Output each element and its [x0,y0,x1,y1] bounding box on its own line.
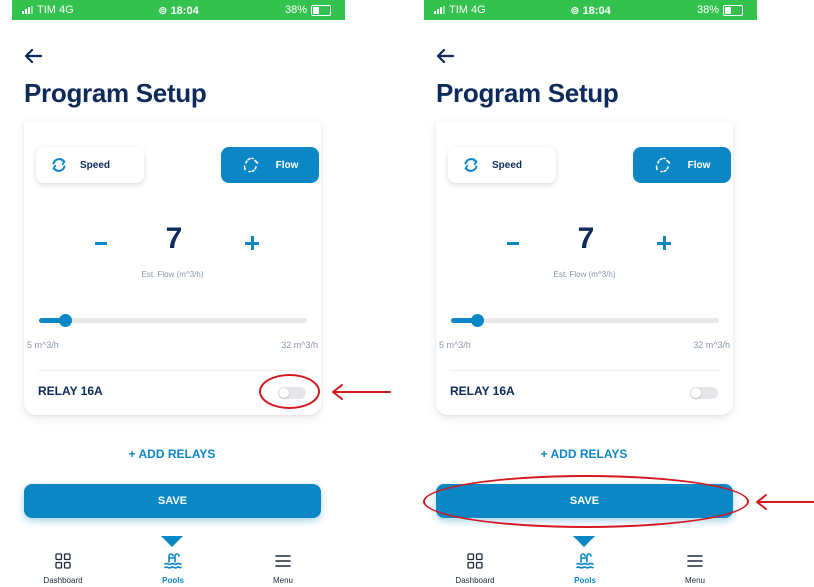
hamburger-icon [687,555,703,567]
add-relays-button[interactable]: + ADD RELAYS [12,447,332,461]
flow-value: 7 [165,222,183,255]
page-title: Program Setup [24,78,207,108]
toggle-highlight-ellipse [259,374,320,409]
flow-icon [243,157,258,173]
speed-mode-button[interactable]: Speed [36,147,144,183]
add-relays-button[interactable]: + ADD RELAYS [424,447,744,461]
slider-max-label: 32 m^3/h [693,340,730,350]
tab-dashboard[interactable]: Dashboard [23,553,103,585]
clock-text: 18:04 [582,4,611,17]
flow-mode-button[interactable]: Flow [221,147,319,183]
back-arrow-icon[interactable] [436,48,454,64]
flow-value: 7 [577,222,595,255]
pool-icon [164,553,182,569]
arrow-left-icon [756,494,814,510]
status-bar: TIM 4G ⊚ 18:04 38% [12,0,345,20]
decrement-button[interactable] [507,242,519,245]
relay-label: RELAY 16A [450,384,515,398]
slider-min-label: 5 m^3/h [27,340,59,350]
slider-min-label: 5 m^3/h [439,340,471,350]
tab-menu-label: Menu [684,576,705,585]
tab-pools[interactable]: Pools [545,553,625,585]
program-card: Speed Flow 7 Est. Flow (m^3/h) 5 m^3/h 3… [24,122,321,415]
grid-icon [467,553,483,569]
flow-mode-label: Flow [275,159,299,171]
divider [38,370,307,371]
grid-icon [55,553,71,569]
increment-button[interactable] [657,236,671,250]
clock-text: 18:04 [170,4,199,17]
save-highlight-ellipse [423,475,749,528]
relay-toggle[interactable] [690,387,718,399]
slider-max-label: 32 m^3/h [281,340,318,350]
hamburger-icon [275,555,291,567]
tab-pools[interactable]: Pools [133,553,213,585]
speed-mode-label: Speed [80,159,111,171]
flow-mode-button[interactable]: Flow [633,147,731,183]
hotspot-icon: ⊚ [158,4,171,17]
slider-thumb[interactable] [59,314,73,327]
battery-icon [311,4,331,16]
toggle-knob [691,388,701,398]
speed-icon [52,158,66,172]
flow-slider[interactable] [451,314,719,327]
status-bar: TIM 4G ⊚ 18:04 38% [424,0,757,20]
speed-mode-label: Speed [492,159,523,171]
page-title: Program Setup [436,78,619,108]
flow-slider[interactable] [39,314,307,327]
active-tab-pointer [573,536,595,547]
speed-mode-button[interactable]: Speed [448,147,556,183]
arrow-left-icon [332,384,391,400]
slider-thumb[interactable] [471,314,485,327]
divider [450,370,719,371]
tab-dashboard-label: Dashboard [43,576,83,585]
tab-menu[interactable]: Menu [655,553,735,585]
flow-mode-label: Flow [687,159,711,171]
tab-menu-label: Menu [272,576,293,585]
save-button[interactable]: SAVE [24,484,321,518]
hotspot-icon: ⊚ [570,4,583,17]
flow-icon [655,157,670,173]
phone-screen-left: TIM 4G ⊚ 18:04 38% Program Setup Speed F… [12,0,345,587]
battery-percent: 38% [284,4,307,16]
battery-percent: 38% [696,4,719,16]
relay-label: RELAY 16A [38,384,103,398]
tab-dashboard-label: Dashboard [455,576,495,585]
speed-icon [464,158,478,172]
active-tab-pointer [161,536,183,547]
back-arrow-icon[interactable] [24,48,42,64]
flow-caption: Est. Flow (m^3/h) [141,270,204,279]
tab-dashboard[interactable]: Dashboard [435,553,515,585]
decrement-button[interactable] [95,242,107,245]
tab-pools-label: Pools [162,576,184,585]
flow-caption: Est. Flow (m^3/h) [553,270,616,279]
pool-icon [576,553,594,569]
increment-button[interactable] [245,236,259,250]
program-card: Speed Flow 7 Est. Flow (m^3/h) 5 m^3/h 3… [436,122,733,415]
tab-pools-label: Pools [574,576,596,585]
battery-icon [723,4,743,16]
tab-menu[interactable]: Menu [243,553,323,585]
